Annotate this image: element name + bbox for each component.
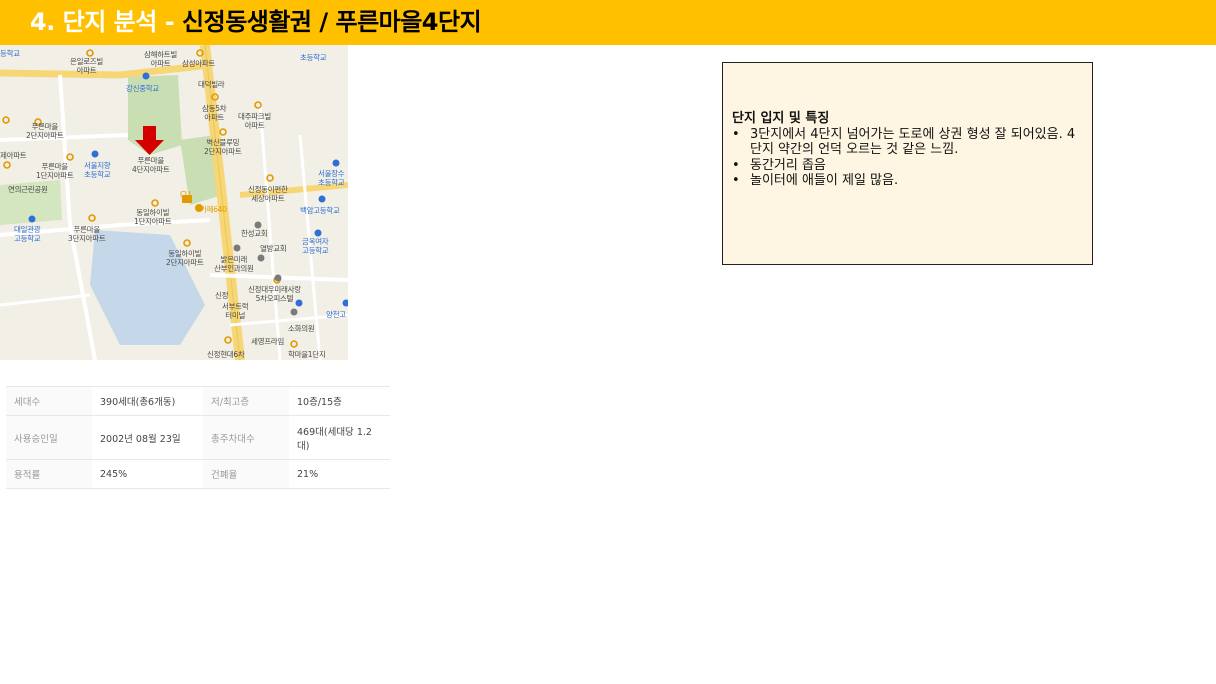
map-label: 동일하이빌 2단지아파트 bbox=[166, 249, 204, 267]
map-label: 카페640 bbox=[200, 205, 227, 214]
map-label: 금옥여자 고등학교 bbox=[302, 237, 329, 255]
map-label: 밝은미래 산부인과의원 bbox=[214, 255, 254, 273]
location-map[interactable]: 은일로즈빌 아파트 삼해하트빌 아파트 삼성아파트 대덕빌라 강신중학교 삼동5… bbox=[0, 45, 348, 360]
map-label: CU bbox=[180, 190, 191, 199]
stat-value: 21% bbox=[289, 459, 390, 489]
page-title: 4. 단지 분석 - 신정동생활권 / 푸른마을4단지 bbox=[30, 6, 482, 38]
stat-label: 저/최고층 bbox=[203, 386, 289, 416]
map-label: 서부트럭 터미널 bbox=[222, 302, 249, 320]
note-text: 3단지에서 4단지 넘어가는 도로에 상권 형성 잘 되어있음. 4단지 약간의… bbox=[750, 126, 1076, 158]
map-label: 푸른마을 3단지아파트 bbox=[68, 225, 106, 243]
bullet-icon: • bbox=[732, 157, 740, 173]
map-label: 양천고 bbox=[326, 310, 346, 319]
map-label: 제아파트 bbox=[0, 151, 27, 160]
bullet-icon: • bbox=[732, 173, 740, 188]
map-label-target: 푸른마을 4단지아파트 bbox=[132, 156, 170, 174]
note-text: 동간거리 좁음 bbox=[750, 157, 826, 173]
notes-list: • 3단지에서 4단지 넘어가는 도로에 상권 형성 잘 되어있음. 4단지 약간… bbox=[732, 127, 1082, 189]
map-label: 백암고등학교 bbox=[300, 206, 340, 215]
map-label: 열방교회 bbox=[260, 244, 287, 253]
map-label: 신정대우미래사랑 5차오피스텔 bbox=[248, 285, 301, 303]
map-label: 벽산블루밍 2단지아파트 bbox=[204, 138, 242, 156]
list-item: • 동간거리 좁음 bbox=[732, 158, 1082, 174]
map-label: 삼성아파트 bbox=[182, 59, 215, 68]
bullet-icon: • bbox=[732, 126, 740, 142]
map-label: 삼해하트빌 아파트 bbox=[144, 50, 177, 68]
map-label: 연의근린공원 bbox=[8, 185, 48, 194]
stat-label: 건폐율 bbox=[203, 459, 289, 489]
map-canvas bbox=[0, 45, 348, 360]
map-label: 초등학교 bbox=[300, 53, 327, 62]
map-label: 등학교 bbox=[0, 49, 20, 58]
map-label: 강신중학교 bbox=[126, 84, 159, 93]
note-text: 놀이터에 애들이 제일 많음. bbox=[750, 173, 899, 188]
map-label: 삼동5차 아파트 bbox=[202, 104, 227, 122]
map-label: 서울장수 초등학교 bbox=[318, 169, 345, 187]
section-number: 4. 단지 분석 - bbox=[30, 8, 183, 36]
map-label: 푸른마을 1단지아파트 bbox=[36, 162, 74, 180]
section-title: 신정동생활권 / 푸른마을4단지 bbox=[182, 8, 482, 36]
map-label: 대주파크빌 아파트 bbox=[238, 112, 271, 130]
map-label: 서울지향 초등학교 bbox=[84, 161, 111, 179]
map-label: 대일관광 고등학교 bbox=[14, 225, 41, 243]
list-item: • 놀이터에 애들이 제일 많음. bbox=[732, 173, 1082, 189]
table-row: 용적률 245% 건폐율 21% bbox=[6, 459, 390, 489]
stat-label: 세대수 bbox=[6, 386, 92, 416]
complex-stats-table: 세대수 390세대(총6개동) 저/최고층 10층/15층 사용승인일 2002… bbox=[6, 386, 390, 489]
list-item: • 3단지에서 4단지 넘어가는 도로에 상권 형성 잘 되어있음. 4단지 약간… bbox=[732, 127, 1082, 158]
table-row: 세대수 390세대(총6개동) 저/최고층 10층/15층 bbox=[6, 386, 390, 416]
notes-heading: 단지 입지 및 특징 bbox=[732, 111, 830, 126]
map-label: 대덕빌라 bbox=[198, 80, 225, 89]
map-label: 한성교회 bbox=[241, 229, 268, 238]
stat-value: 10층/15층 bbox=[289, 386, 390, 416]
stat-label: 용적률 bbox=[6, 459, 92, 489]
stat-value: 2002년 08월 23일 bbox=[92, 415, 203, 460]
map-label: 학마을1단지 bbox=[288, 350, 326, 359]
stat-label: 사용승인일 bbox=[6, 415, 92, 460]
map-label: 푸른마을 2단지아파트 bbox=[26, 122, 64, 140]
map-label: 소화의원 bbox=[288, 324, 315, 333]
notes-content: 단지 입지 및 특징 • 3단지에서 4단지 넘어가는 도로에 상권 형성 잘 되… bbox=[732, 111, 1082, 189]
map-label: 신정현대6차 bbox=[207, 350, 245, 359]
stat-value: 390세대(총6개동) bbox=[92, 386, 203, 416]
map-label: 동일하이빌 1단지아파트 bbox=[134, 208, 172, 226]
complex-notes-box: 단지 입지 및 특징 • 3단지에서 4단지 넘어가는 도로에 상권 형성 잘 되… bbox=[722, 62, 1093, 265]
map-label: 신정 bbox=[215, 291, 229, 300]
stat-value: 245% bbox=[92, 459, 203, 489]
stat-label: 총주차대수 bbox=[203, 415, 289, 460]
table-row: 사용승인일 2002년 08월 23일 총주차대수 469대(세대당 1.2대) bbox=[6, 415, 390, 460]
title-bar: 4. 단지 분석 - 신정동생활권 / 푸른마을4단지 bbox=[0, 0, 1216, 45]
map-label: 세영프라임 bbox=[251, 337, 284, 346]
stat-value: 469대(세대당 1.2대) bbox=[289, 415, 390, 460]
map-label: 은일로즈빌 아파트 bbox=[70, 57, 103, 75]
map-label: 신정동이편한 세상아파트 bbox=[248, 185, 288, 203]
